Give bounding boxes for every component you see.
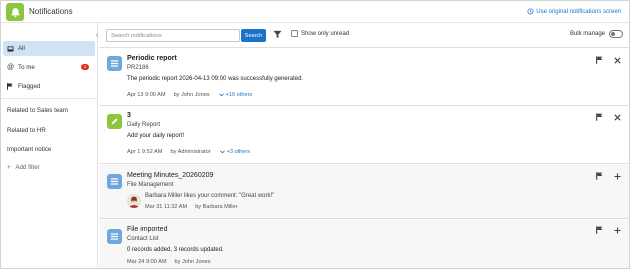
others-label: +3 others [226,149,251,155]
add-filter-button[interactable]: + Add filter [7,164,40,171]
sidebar-divider [1,98,97,99]
notification-item[interactable]: Periodic report PR2186 The periodic repo… [99,48,629,106]
notification-item[interactable]: File imported Contact List 0 records add… [99,220,629,268]
notification-subtitle: Contact List [127,236,159,242]
notification-title[interactable]: Meeting Minutes_20260209 [127,172,213,179]
main-panel: Search Show only unread Bulk manage Peri… [99,23,629,268]
search-button[interactable]: Search [241,29,266,42]
flag-icon [7,83,16,90]
bulk-manage-toggle[interactable] [609,30,623,38]
notification-author: by Barbara Miller [195,204,238,210]
sidebar-item-to-me[interactable]: @ To me 1 [3,60,95,75]
plus-icon [614,227,621,234]
sidebar-item-all[interactable]: All [3,41,95,56]
flag-icon [596,56,603,64]
notification-meta: Mar 24 9:00 AM by John Jones [127,259,211,265]
inbox-icon [7,45,16,52]
sidebar-link-hr[interactable]: Related to HR [7,127,46,134]
notification-title[interactable]: 3 [127,112,131,119]
collapse-sidebar-button[interactable]: ‹ [92,29,102,41]
list-icon [107,56,122,71]
history-icon [527,8,534,15]
pencil-icon [107,114,122,129]
list-icon [107,174,122,189]
close-icon [614,57,621,64]
notification-date: Apr 1 9:52 AM [127,149,163,155]
sidebar-item-flagged[interactable]: Flagged [3,79,95,94]
notification-meta: Apr 13 9:00 AM by John Jones +10 others [127,92,252,98]
notification-meta: Mar 31 11:32 AM by Barbara Miller [145,204,237,210]
flag-button[interactable] [596,226,603,234]
notification-title[interactable]: Periodic report [127,55,177,62]
show-unread-label: Show only unread [301,30,350,37]
others-toggle[interactable]: +3 others [219,149,251,155]
flag-button[interactable] [596,172,603,180]
chevron-down-icon [219,150,225,154]
notification-subtitle: Daily Report [127,122,161,128]
restore-button[interactable] [614,173,621,180]
show-unread-option: Show only unread [291,30,349,37]
plus-icon [614,173,621,180]
chevron-down-icon [218,93,224,97]
notification-item[interactable]: Meeting Minutes_20260209 File Management… [99,165,629,219]
original-screen-link[interactable]: Use original notifications screen [527,8,621,15]
list-icon [107,229,122,244]
close-icon [614,114,621,121]
app-header: Notifications Use original notifications… [1,1,629,23]
bulk-manage-option: Bulk manage [570,30,623,38]
notification-list: Periodic report PR2186 The periodic repo… [99,47,629,268]
restore-button[interactable] [614,227,621,234]
flag-icon [596,113,603,121]
dismiss-button[interactable] [614,114,621,121]
plus-icon: + [7,164,11,171]
chevron-left-icon: ‹ [95,31,99,39]
show-unread-checkbox[interactable] [291,30,298,37]
toolbar: Search Show only unread Bulk manage [99,23,629,47]
dismiss-button[interactable] [614,57,621,64]
bell-icon [6,3,24,21]
sidebar-link-sales-team[interactable]: Related to Sales team [7,107,68,114]
notification-title[interactable]: File imported [127,226,167,233]
sidebar-link-important-notice[interactable]: Important notice [7,146,51,153]
notification-message: Barbara Miller likes your comment: "Grea… [145,193,275,199]
notification-date: Apr 13 9:00 AM [127,92,166,98]
original-screen-link-label: Use original notifications screen [536,8,621,15]
filter-icon[interactable] [273,30,283,40]
notification-item[interactable]: 3 Daily Report Add your daily report! Ap… [99,107,629,164]
flag-icon [596,226,603,234]
notification-author: by John Jones [173,92,210,98]
sidebar-item-label: Flagged [18,83,41,90]
notification-meta: Apr 1 9:52 AM by Administrator +3 others [127,149,250,155]
page-title: Notifications [29,7,73,16]
others-toggle[interactable]: +10 others [218,92,253,98]
at-icon: @ [7,64,15,71]
flag-icon [596,172,603,180]
notification-message: Add your daily report! [127,133,185,139]
flag-button[interactable] [596,56,603,64]
bulk-manage-label: Bulk manage [569,31,605,37]
add-filter-label: Add filter [15,164,40,171]
sidebar: All @ To me 1 Flagged Related to Sales t… [1,23,98,268]
avatar [127,194,141,208]
notification-subtitle: PR2186 [127,65,149,71]
notification-author: by John Jones [174,259,211,265]
notification-date: Mar 31 11:32 AM [145,204,188,210]
notification-date: Mar 24 9:00 AM [127,259,167,265]
others-label: +10 others [225,92,253,98]
notification-message: 0 records added, 3 records updated. [127,247,224,253]
notification-author: by Administrator [170,149,211,155]
notification-message: The periodic report 2026-04-13 09:00 was… [127,76,304,82]
flag-button[interactable] [596,113,603,121]
sidebar-item-label: To me [18,64,35,71]
search-input[interactable] [106,29,240,42]
notifications-window: Notifications Use original notifications… [0,0,630,269]
sidebar-item-label: All [18,45,25,52]
unread-count-badge: 1 [81,64,89,70]
notification-subtitle: File Management [127,182,174,188]
